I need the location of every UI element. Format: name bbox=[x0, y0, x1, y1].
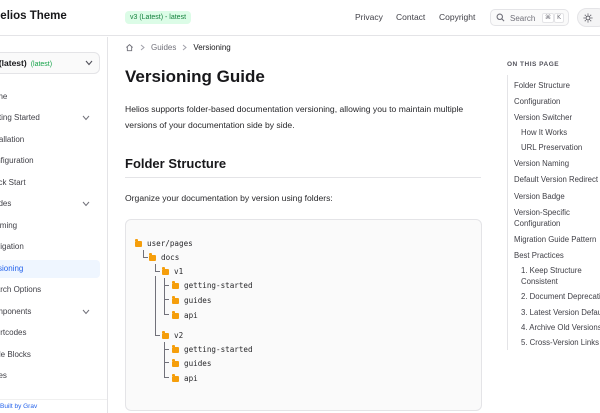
tree-connector bbox=[155, 264, 160, 272]
search-button[interactable]: Search ⌘ K bbox=[490, 9, 569, 26]
nav-link-privacy[interactable]: Privacy bbox=[355, 12, 383, 22]
toc-heading: ON THIS PAGE bbox=[507, 61, 560, 68]
tree-item: guides bbox=[172, 296, 211, 305]
sidebar-item-configuration[interactable]: Configuration bbox=[0, 152, 100, 170]
brand-title[interactable]: Helios Theme bbox=[0, 10, 67, 22]
tree-item: guides bbox=[172, 359, 211, 368]
folder-icon bbox=[162, 267, 169, 275]
tree-connector bbox=[164, 342, 169, 378]
tree-item: v1 bbox=[162, 267, 183, 276]
tree-connector bbox=[155, 276, 160, 336]
toc-link-folder-structure[interactable]: Folder Structure bbox=[514, 81, 570, 90]
chevron-down-icon bbox=[82, 201, 90, 207]
breadcrumb-current: Versioning bbox=[193, 43, 231, 52]
version-select-value: v3 (latest)(latest) bbox=[0, 58, 53, 68]
sidebar-item-quick-start[interactable]: Quick Start bbox=[0, 174, 100, 192]
nav-link-contact[interactable]: Contact bbox=[396, 12, 425, 22]
chevron-right-icon bbox=[140, 44, 145, 51]
tree-item: api bbox=[172, 311, 198, 320]
sidebar-item-theming[interactable]: Theming bbox=[0, 217, 100, 235]
tree-connector bbox=[143, 250, 148, 258]
toc-link-version-switcher[interactable]: Version Switcher bbox=[514, 113, 572, 122]
sidebar-footer-link[interactable]: Built by Grav bbox=[0, 399, 107, 410]
sidebar-item-components[interactable]: Components bbox=[0, 303, 100, 321]
search-label: Search bbox=[510, 13, 536, 23]
sun-icon bbox=[583, 13, 593, 23]
intro-paragraph: Helios supports folder-based documentati… bbox=[125, 104, 464, 130]
tree-item: v2 bbox=[162, 331, 183, 340]
chevron-right-icon bbox=[183, 44, 188, 51]
sidebar-item-label: Getting Started bbox=[0, 113, 40, 122]
folder-icon bbox=[172, 296, 179, 304]
sidebar-item-code-blocks[interactable]: Code Blocks bbox=[0, 346, 100, 364]
folder-icon bbox=[149, 253, 156, 261]
toc-link-best-practices[interactable]: Best Practices bbox=[514, 251, 564, 260]
version-select[interactable]: v3 (latest)(latest) bbox=[0, 52, 100, 74]
toc-rail bbox=[507, 75, 508, 350]
toc-link-default-version-redirect[interactable]: Default Version Redirect bbox=[514, 175, 598, 184]
toc-link-how-it-works[interactable]: How It Works bbox=[521, 128, 567, 137]
tree-connector bbox=[164, 278, 169, 315]
tree-item: user/pages bbox=[135, 239, 193, 248]
search-icon bbox=[496, 13, 505, 22]
toc-link-version-specific-cont[interactable]: Configuration bbox=[514, 219, 560, 228]
nav-link-copyright[interactable]: Copyright bbox=[439, 12, 475, 22]
breadcrumb: Guides Versioning bbox=[125, 43, 231, 52]
top-header: Helios Theme v3 (Latest) - latest Privac… bbox=[0, 0, 600, 36]
tree-item: docs bbox=[149, 253, 179, 262]
sidebar-item-versioning[interactable]: Versioning bbox=[0, 260, 100, 278]
toc-link-configuration[interactable]: Configuration bbox=[514, 97, 560, 106]
home-icon[interactable] bbox=[125, 43, 134, 52]
folder-icon bbox=[172, 359, 179, 367]
sidebar-item-shortcodes[interactable]: Shortcodes bbox=[0, 324, 100, 342]
version-badge: v3 (Latest) - latest bbox=[125, 11, 192, 24]
toc-link-keep-structure-cont[interactable]: Consistent bbox=[521, 277, 558, 286]
sidebar-item-label: Guides bbox=[0, 199, 12, 208]
folder-icon bbox=[162, 331, 169, 339]
sidebar-item-getting-started[interactable]: Getting Started bbox=[0, 109, 100, 127]
toc-link-migration-guide[interactable]: Migration Guide Pattern bbox=[514, 235, 596, 244]
kbd-cmd: ⌘ bbox=[542, 13, 554, 23]
tree-item: api bbox=[172, 374, 198, 383]
section-divider bbox=[125, 177, 481, 178]
folder-icon bbox=[172, 281, 179, 289]
section-heading-folder-structure: Folder Structure bbox=[125, 156, 227, 171]
toc-link-url-preservation[interactable]: URL Preservation bbox=[521, 143, 582, 152]
sidebar-item-notes[interactable]: Notes bbox=[0, 367, 100, 385]
tree-item: getting-started bbox=[172, 281, 253, 290]
sidebar-item-home[interactable]: Home bbox=[0, 88, 100, 106]
sidebar-item-search-options[interactable]: Search Options bbox=[0, 281, 100, 299]
toc-link-version-naming[interactable]: Version Naming bbox=[514, 159, 569, 168]
toc-link-cross-version-links[interactable]: 5. Cross-Version Links bbox=[521, 338, 599, 347]
version-select-tag: (latest) bbox=[30, 61, 53, 68]
page-title: Versioning Guide bbox=[125, 67, 265, 86]
sidebar-item-guides[interactable]: Guides bbox=[0, 195, 100, 213]
theme-toggle[interactable] bbox=[577, 8, 600, 27]
chevron-down-icon bbox=[85, 60, 93, 66]
chevron-down-icon bbox=[82, 309, 90, 315]
sidebar-item-installation[interactable]: Installation bbox=[0, 131, 100, 149]
section-paragraph: Organize your documentation by version u… bbox=[125, 193, 333, 203]
toc-link-version-specific[interactable]: Version-Specific bbox=[514, 208, 570, 217]
sidebar: v3 (latest)(latest) Home Getting Started… bbox=[0, 37, 108, 413]
sidebar-item-navigation[interactable]: Navigation bbox=[0, 238, 100, 256]
folder-tree-codeblock: user/pages docs v1 getting-started guide… bbox=[125, 219, 482, 411]
toc-link-archive-old-versions[interactable]: 4. Archive Old Versions bbox=[521, 323, 600, 332]
folder-icon bbox=[172, 345, 179, 353]
toc-link-document-deprecations[interactable]: 2. Document Deprecations bbox=[521, 292, 600, 301]
sidebar-item-label: Components bbox=[0, 307, 32, 316]
folder-icon bbox=[172, 374, 179, 382]
chevron-down-icon bbox=[82, 115, 90, 121]
breadcrumb-guides[interactable]: Guides bbox=[151, 43, 176, 52]
folder-icon bbox=[172, 311, 179, 319]
kbd-k: K bbox=[554, 13, 564, 23]
toc-link-keep-structure[interactable]: 1. Keep Structure bbox=[521, 266, 582, 275]
toc-link-version-badge[interactable]: Version Badge bbox=[514, 192, 565, 201]
toc-link-latest-version-default[interactable]: 3. Latest Version Default bbox=[521, 308, 600, 317]
tree-item: getting-started bbox=[172, 345, 253, 354]
folder-icon bbox=[135, 239, 142, 247]
